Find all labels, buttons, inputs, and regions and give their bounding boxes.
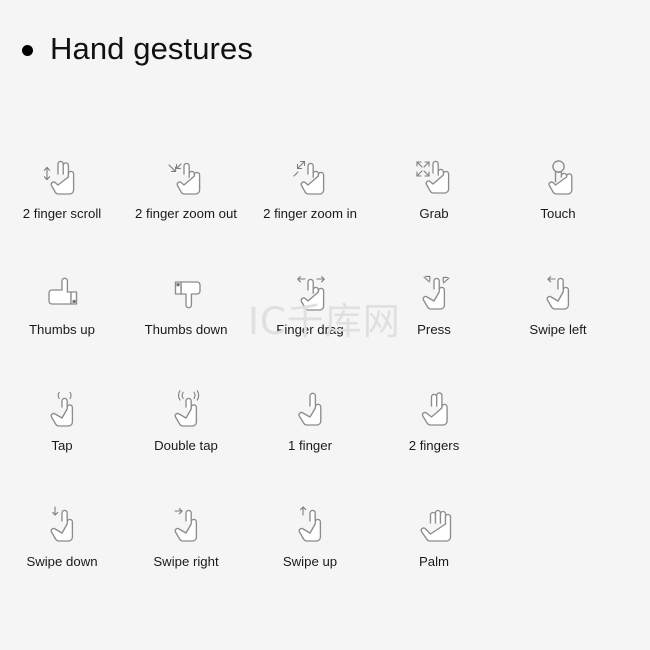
gesture-item-touch[interactable]: Touch	[496, 150, 620, 266]
two-finger-zoom-out-icon	[159, 150, 213, 200]
gesture-item-1-finger[interactable]: 1 finger	[248, 382, 372, 498]
gesture-row: Swipe down Swipe right Swipe up Palm	[0, 498, 650, 614]
thumbs-down-icon	[159, 266, 213, 316]
gesture-label: Grab	[419, 206, 449, 221]
page-title: Hand gestures	[50, 31, 253, 66]
gesture-item-grab[interactable]: Grab	[372, 150, 496, 266]
tap-icon	[35, 382, 89, 432]
grab-icon	[407, 150, 461, 200]
gesture-row: Thumbs up Thumbs down Finger drag Press …	[0, 266, 650, 382]
swipe-down-icon	[35, 498, 89, 548]
two-fingers-icon	[407, 382, 461, 432]
gesture-label: Swipe right	[153, 554, 219, 569]
gesture-item-thumbs-down[interactable]: Thumbs down	[124, 266, 248, 382]
gesture-label: 1 finger	[288, 438, 332, 453]
gesture-label: 2 fingers	[408, 438, 460, 453]
swipe-right-icon	[159, 498, 213, 548]
gesture-item-tap[interactable]: Tap	[0, 382, 124, 498]
gesture-label: Tap	[51, 438, 73, 453]
gesture-label: Thumbs up	[29, 322, 95, 337]
palm-icon	[407, 498, 461, 548]
gesture-row: Tap Double tap 1 finger 2 fingers	[0, 382, 650, 498]
thumbs-up-icon	[35, 266, 89, 316]
gesture-row: 2 finger scroll 2 finger zoom out 2 fing…	[0, 150, 650, 266]
gesture-item-2-finger-zoom-in[interactable]: 2 finger zoom in	[248, 150, 372, 266]
two-finger-scroll-icon	[35, 150, 89, 200]
gesture-item-2-fingers[interactable]: 2 fingers	[372, 382, 496, 498]
gesture-item-2-finger-zoom-out[interactable]: 2 finger zoom out	[124, 150, 248, 266]
gesture-label: 2 finger zoom out	[135, 206, 237, 221]
gesture-label: 2 finger scroll	[22, 206, 102, 221]
gesture-grid: 2 finger scroll 2 finger zoom out 2 fing…	[0, 150, 650, 614]
gesture-label: Thumbs down	[144, 322, 228, 337]
touch-icon	[531, 150, 585, 200]
gesture-item-2-finger-scroll[interactable]: 2 finger scroll	[0, 150, 124, 266]
gesture-label: Double tap	[154, 438, 218, 453]
gesture-item-thumbs-up[interactable]: Thumbs up	[0, 266, 124, 382]
two-finger-zoom-in-icon	[283, 150, 337, 200]
one-finger-icon	[283, 382, 337, 432]
gesture-label: Touch	[540, 206, 576, 221]
gesture-item-swipe-up[interactable]: Swipe up	[248, 498, 372, 614]
gesture-label: Swipe left	[529, 322, 587, 337]
press-icon	[407, 266, 461, 316]
gesture-item-finger-drag[interactable]: Finger drag	[248, 266, 372, 382]
gesture-item-swipe-left[interactable]: Swipe left	[496, 266, 620, 382]
gesture-item-swipe-right[interactable]: Swipe right	[124, 498, 248, 614]
gesture-label: Finger drag	[276, 322, 344, 337]
gesture-label: Press	[417, 322, 451, 337]
finger-drag-icon	[283, 266, 337, 316]
double-tap-icon	[159, 382, 213, 432]
gesture-label: Swipe down	[26, 554, 98, 569]
bullet-icon	[22, 45, 33, 56]
gesture-item-palm[interactable]: Palm	[372, 498, 496, 614]
page-header: Hand gestures	[0, 0, 650, 64]
swipe-left-icon	[531, 266, 585, 316]
gesture-item-swipe-down[interactable]: Swipe down	[0, 498, 124, 614]
swipe-up-icon	[283, 498, 337, 548]
gesture-label: 2 finger zoom in	[263, 206, 357, 221]
gesture-label: Palm	[418, 554, 450, 569]
gesture-label: Swipe up	[282, 554, 338, 569]
gesture-item-double-tap[interactable]: Double tap	[124, 382, 248, 498]
gesture-item-press[interactable]: Press	[372, 266, 496, 382]
